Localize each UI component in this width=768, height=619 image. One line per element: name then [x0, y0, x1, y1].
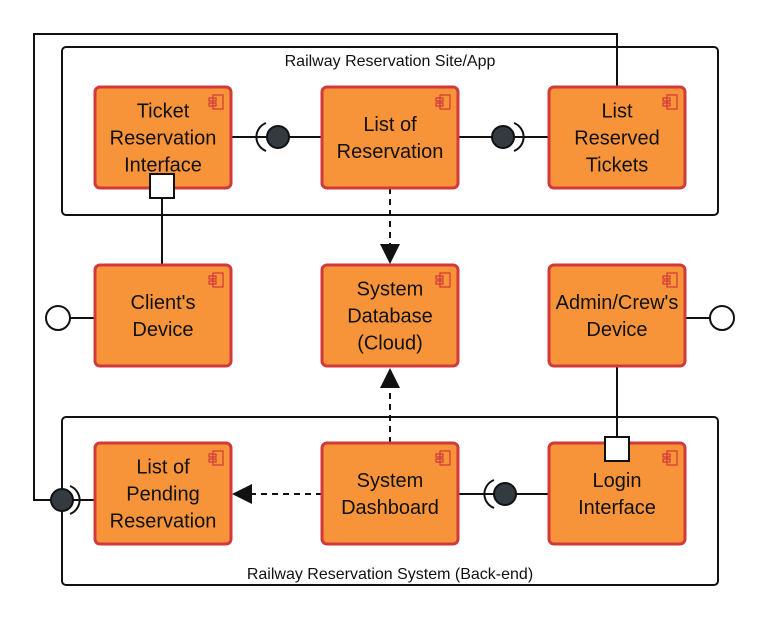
component-label: List of [363, 114, 417, 136]
component-label: List of [136, 457, 190, 479]
ball-icon [50, 488, 74, 512]
component-label: Database [347, 306, 433, 328]
component-box [320, 85, 460, 190]
port-ticket [149, 173, 175, 199]
component-label: Device [586, 319, 647, 341]
component-label: Interface [578, 497, 656, 519]
component-label: List [601, 101, 633, 123]
component-label: System [357, 470, 424, 492]
component-label: Reservation [110, 511, 217, 533]
component-label: Reservation [110, 128, 217, 150]
site-app-title: Railway Reservation Site/App [285, 53, 496, 70]
component-dash[interactable]: System Dashboard [320, 441, 460, 546]
component-admin[interactable]: Admin/Crew's Device [547, 263, 687, 368]
component-reserved[interactable]: List Reserved Tickets [547, 85, 687, 190]
component-label: Pending [126, 484, 199, 506]
component-pending[interactable]: List of Pending Reservation [93, 441, 233, 546]
component-label: Login [593, 470, 642, 492]
component-box [93, 263, 233, 368]
port-login [604, 436, 630, 462]
component-label: Reserved [574, 128, 660, 150]
component-client[interactable]: Client's Device [93, 263, 233, 368]
lollipop-admin-icon [709, 305, 735, 331]
component-box [547, 263, 687, 368]
component-label: Client's [131, 292, 196, 314]
component-box [320, 441, 460, 546]
component-label: Dashboard [341, 497, 439, 519]
component-list-res[interactable]: List of Reservation [320, 85, 460, 190]
lollipop-client-icon [45, 305, 71, 331]
component-label: Admin/Crew's [556, 292, 679, 314]
component-ticket[interactable]: TicketReservationInterface [93, 85, 233, 190]
component-label: System [357, 279, 424, 301]
component-label: (Cloud) [357, 333, 423, 355]
component-label: Reservation [337, 141, 444, 163]
component-label: Device [132, 319, 193, 341]
ball-icon [493, 482, 517, 506]
component-diagram: Railway Reservation Site/App Railway Res… [33, 33, 735, 586]
ball-icon [491, 125, 515, 149]
component-db[interactable]: System Database (Cloud) [320, 263, 460, 368]
ball-icon [266, 125, 290, 149]
component-label: Ticket [137, 101, 190, 123]
component-label: Tickets [586, 155, 649, 177]
backend-title: Railway Reservation System (Back-end) [247, 566, 533, 583]
